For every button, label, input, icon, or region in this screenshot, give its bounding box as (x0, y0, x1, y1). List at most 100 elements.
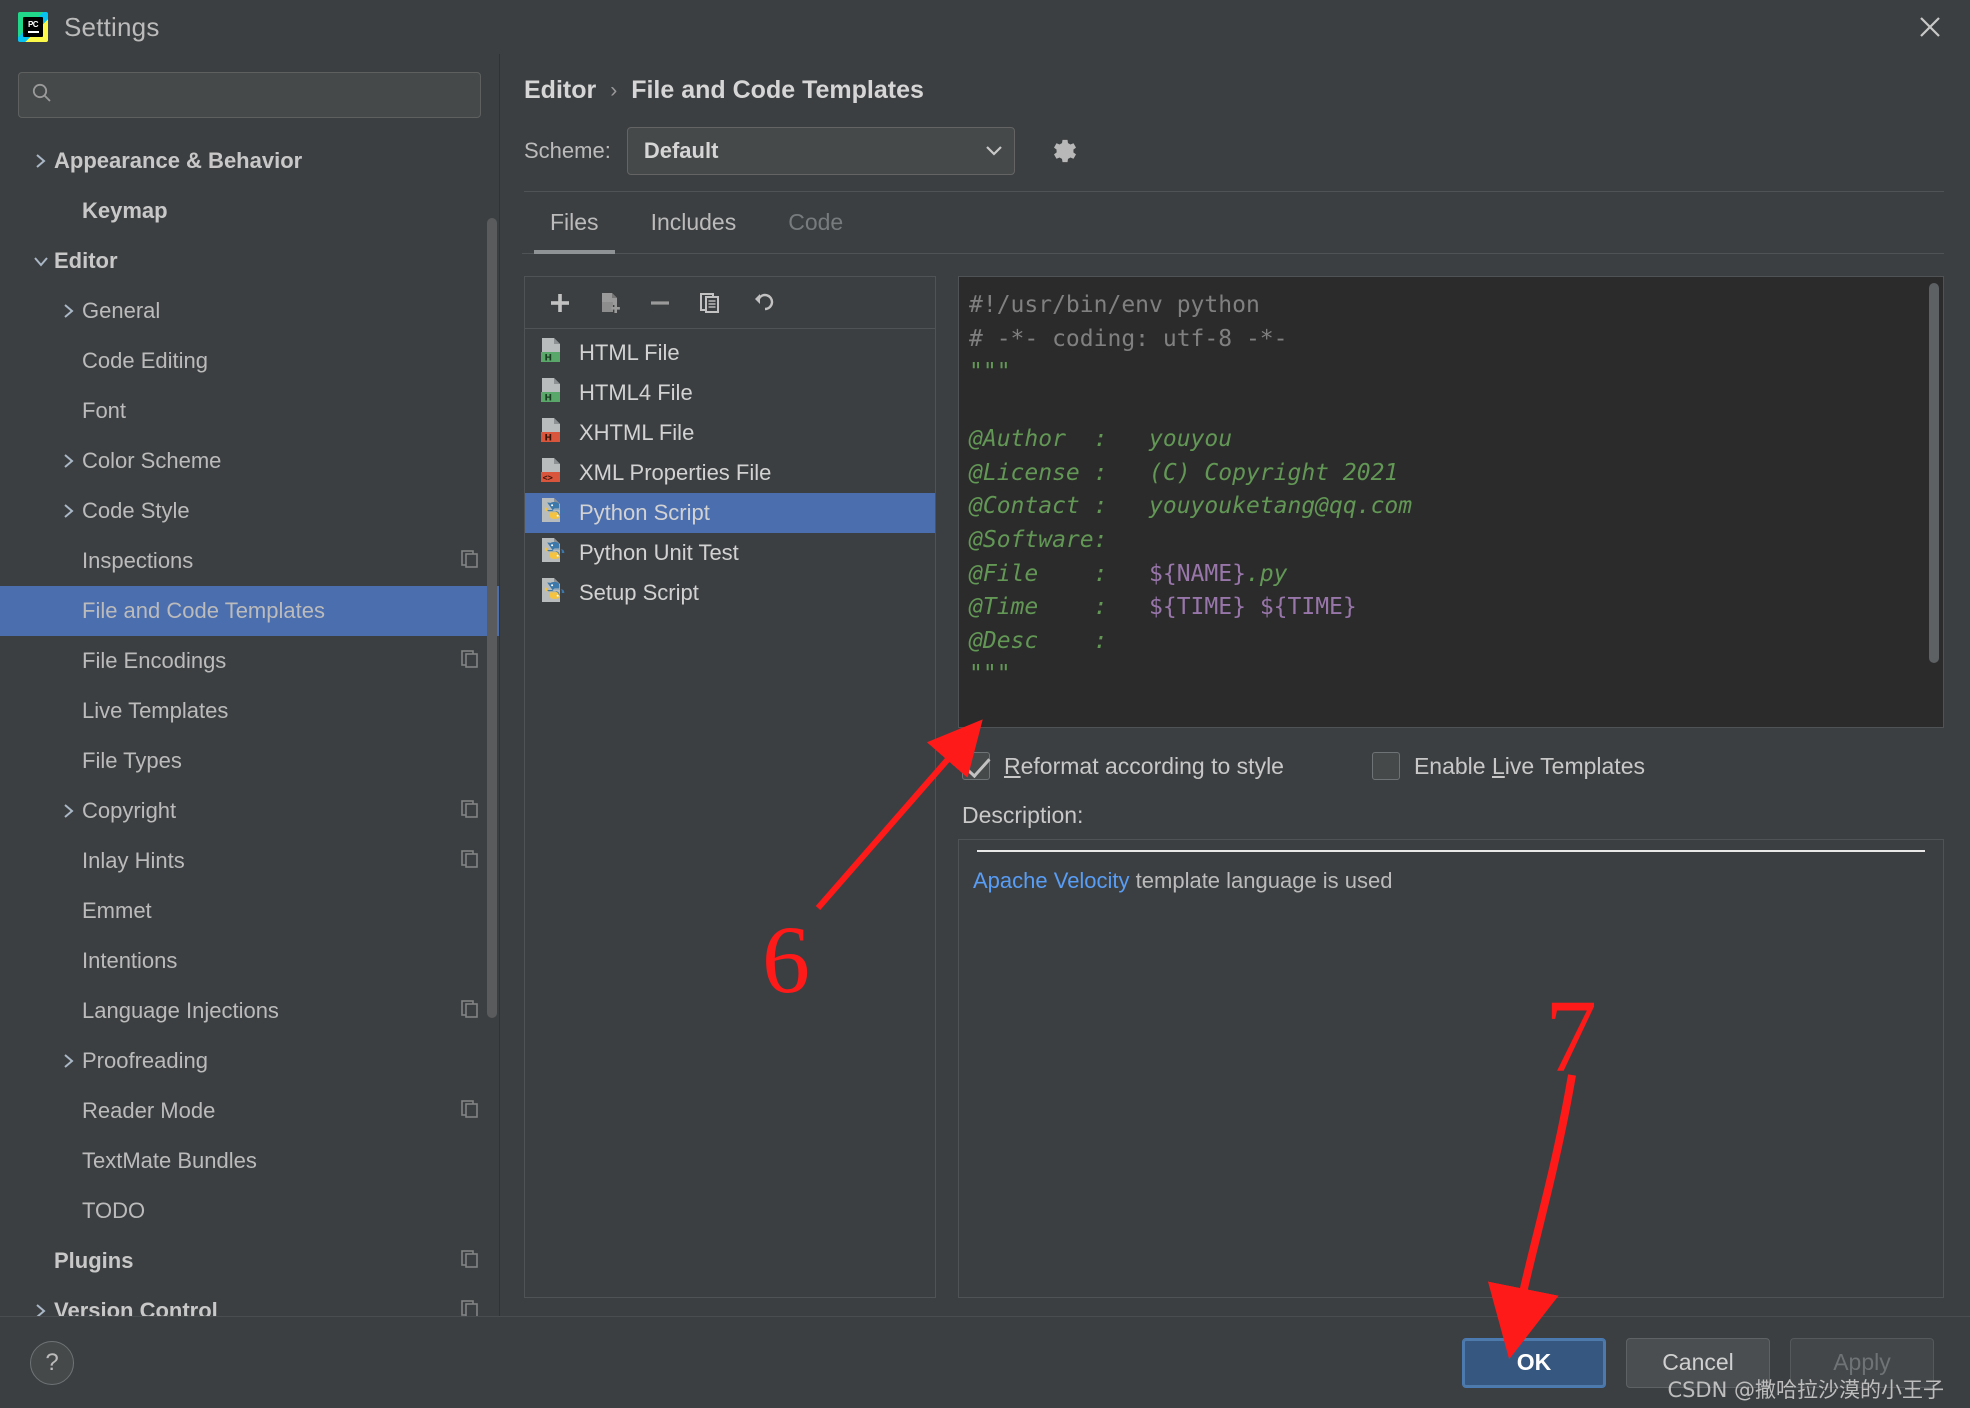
sidebar-item-copyright[interactable]: Copyright (0, 786, 499, 836)
live-templates-checkbox-box (1371, 752, 1400, 780)
sidebar-item-live-templates[interactable]: Live Templates (0, 686, 499, 736)
chevron-right-icon[interactable] (56, 502, 82, 520)
sidebar-item-color-scheme[interactable]: Color Scheme (0, 436, 499, 486)
sidebar-item-label: Inspections (82, 548, 194, 573)
sidebar-item-label: Font (82, 398, 127, 423)
close-icon[interactable] (1912, 9, 1948, 45)
template-list-item-label: XML Properties File (579, 460, 772, 485)
template-tabs: Files Includes Code (522, 192, 1944, 254)
create-template-from-file-icon[interactable] (589, 284, 631, 322)
copy-settings-icon[interactable] (459, 798, 481, 825)
live-templates-checkbox[interactable]: Enable Live Templates (1371, 752, 1645, 780)
sidebar-item-label: Copyright (82, 798, 177, 823)
template-list-item[interactable]: H HTML File (525, 333, 935, 373)
sidebar-item-label: Appearance & Behavior (54, 148, 303, 173)
template-list-item-label: Python Script (579, 500, 710, 525)
breadcrumb-separator-icon: › (610, 78, 618, 102)
sidebar-item-emmet[interactable]: Emmet (0, 886, 499, 936)
sidebar-item-inspections[interactable]: Inspections (0, 536, 499, 586)
sidebar-item-label: Proofreading (82, 1048, 208, 1073)
python-file-icon (537, 496, 567, 531)
template-code-editor[interactable]: #!/usr/bin/env python # -*- coding: utf-… (958, 276, 1944, 728)
sidebar-item-language-injections[interactable]: Language Injections (0, 986, 499, 1036)
scheme-dropdown[interactable]: Default (626, 127, 1015, 175)
search-icon (31, 82, 53, 109)
template-list-item[interactable]: Setup Script (525, 573, 935, 613)
copy-settings-icon[interactable] (459, 1298, 481, 1316)
sidebar-item-label: Live Templates (82, 698, 229, 723)
breadcrumb-parent[interactable]: Editor (524, 76, 596, 105)
sidebar-item-intentions[interactable]: Intentions (0, 936, 499, 986)
sidebar-item-label: General (82, 298, 161, 323)
sidebar-item-todo[interactable]: TODO (0, 1186, 499, 1236)
sidebar-item-plugins[interactable]: Plugins (0, 1236, 499, 1286)
gear-icon[interactable] (1043, 131, 1083, 171)
template-list-item-label: Setup Script (579, 580, 699, 605)
sidebar-item-textmate-bundles[interactable]: TextMate Bundles (0, 1136, 499, 1186)
sidebar-scrollbar[interactable] (487, 218, 497, 1018)
copy-settings-icon[interactable] (459, 1248, 481, 1275)
template-list-item[interactable]: H XHTML File (525, 413, 935, 453)
sidebar-item-file-and-code-templates[interactable]: File and Code Templates (0, 586, 499, 636)
xhtml-file-icon: H (537, 416, 567, 451)
search-box[interactable] (18, 72, 481, 118)
chevron-right-icon[interactable] (56, 452, 82, 470)
tab-files[interactable]: Files (524, 192, 625, 254)
ok-button[interactable]: OK (1462, 1337, 1606, 1388)
remove-template-button[interactable] (639, 284, 681, 322)
svg-text:H: H (545, 393, 553, 403)
watermark: CSDN @撒哈拉沙漠的小王子 (1667, 1378, 1944, 1402)
svg-text:<>: <> (543, 473, 553, 483)
apache-velocity-link[interactable]: Apache Velocity (973, 868, 1130, 893)
editor-scrollbar[interactable] (1929, 283, 1939, 663)
title-bar: PC Settings (0, 0, 1970, 54)
xml-properties-icon: <> (537, 456, 567, 491)
copy-settings-icon[interactable] (459, 848, 481, 875)
search-input[interactable] (53, 84, 468, 106)
chevron-right-icon[interactable] (28, 1302, 54, 1316)
copy-settings-icon[interactable] (459, 1098, 481, 1125)
sidebar-item-proofreading[interactable]: Proofreading (0, 1036, 499, 1086)
description-text: Apache Velocity template language is use… (973, 866, 1929, 897)
sidebar-item-file-encodings[interactable]: File Encodings (0, 636, 499, 686)
breadcrumb: Editor › File and Code Templates (522, 54, 1944, 121)
template-file-list[interactable]: H HTML File H HTML4 File H XHTML File <> XML Pr… (525, 329, 935, 1297)
tab-includes[interactable]: Includes (625, 192, 763, 253)
sidebar-item-code-style[interactable]: Code Style (0, 486, 499, 536)
chevron-right-icon[interactable] (56, 802, 82, 820)
template-list-item[interactable]: Python Unit Test (525, 533, 935, 573)
sidebar-item-inlay-hints[interactable]: Inlay Hints (0, 836, 499, 886)
template-options: Reformat according to style Enable Live … (958, 728, 1944, 788)
sidebar-item-editor[interactable]: Editor (0, 236, 499, 286)
sidebar-item-file-types[interactable]: File Types (0, 736, 499, 786)
add-template-button[interactable] (539, 284, 581, 322)
template-list-item[interactable]: Python Script (525, 493, 935, 533)
chevron-down-icon[interactable] (28, 254, 54, 268)
sidebar-item-label: TextMate Bundles (82, 1148, 257, 1173)
template-list-item[interactable]: <> XML Properties File (525, 453, 935, 493)
sidebar-item-font[interactable]: Font (0, 386, 499, 436)
sidebar-item-reader-mode[interactable]: Reader Mode (0, 1086, 499, 1136)
settings-tree: Appearance & Behavior Keymap Editor General… (0, 128, 499, 1316)
sidebar-item-version-control[interactable]: Version Control (0, 1286, 499, 1316)
sidebar-item-label: Emmet (82, 898, 152, 923)
reset-template-icon[interactable] (739, 284, 781, 322)
template-list-item[interactable]: H HTML4 File (525, 373, 935, 413)
copy-settings-icon[interactable] (459, 998, 481, 1025)
chevron-right-icon[interactable] (56, 302, 82, 320)
sidebar-item-label: Editor (54, 248, 118, 273)
help-button[interactable]: ? (30, 1340, 74, 1385)
pycharm-logo-icon: PC (18, 12, 48, 42)
sidebar-item-appearance-behavior[interactable]: Appearance & Behavior (0, 136, 499, 186)
sidebar-item-code-editing[interactable]: Code Editing (0, 336, 499, 386)
sidebar-item-keymap[interactable]: Keymap (0, 186, 499, 236)
copy-settings-icon[interactable] (459, 548, 481, 575)
copy-template-icon[interactable] (689, 284, 731, 322)
description-label: Description: (962, 802, 1084, 828)
chevron-right-icon[interactable] (28, 152, 54, 170)
sidebar-item-general[interactable]: General (0, 286, 499, 336)
copy-settings-icon[interactable] (459, 648, 481, 675)
tab-code: Code (788, 209, 844, 235)
reformat-checkbox[interactable]: Reformat according to style (962, 752, 1284, 780)
chevron-right-icon[interactable] (56, 1052, 82, 1070)
